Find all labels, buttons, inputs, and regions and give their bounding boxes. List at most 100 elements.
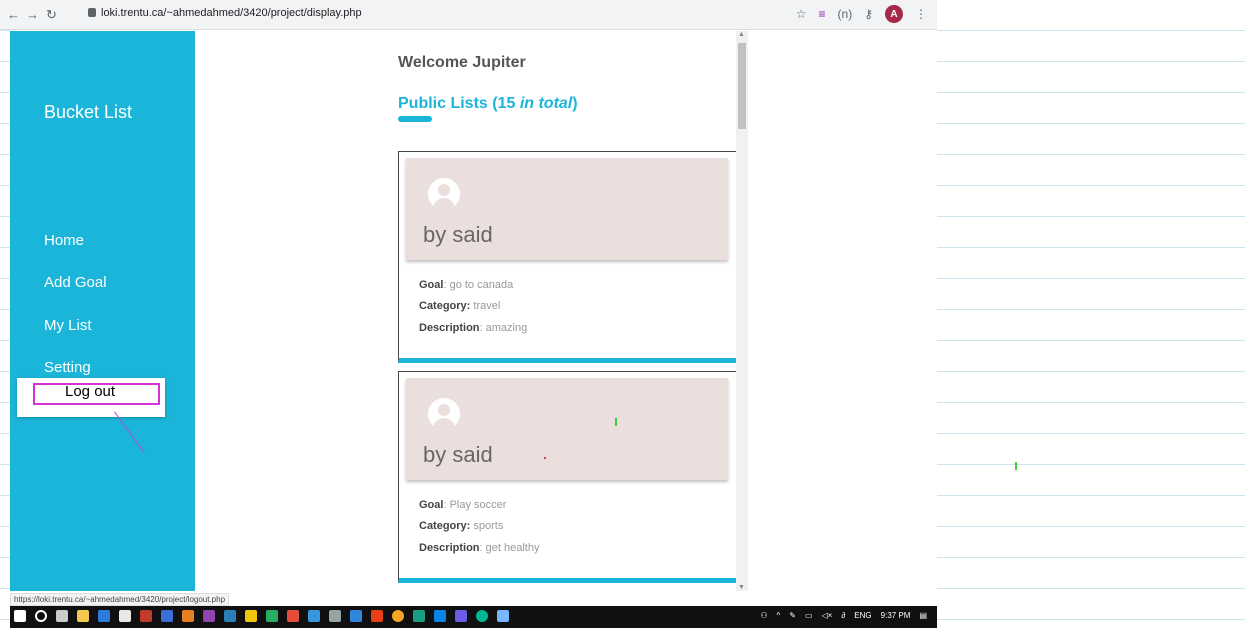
app-icon[interactable] [182,610,194,622]
public-lists-heading: Public Lists (15 in total) [398,95,578,113]
back-arrow-icon[interactable]: ← [7,7,20,22]
lock-icon [88,8,96,17]
tray-expand-icon[interactable]: ^ [776,611,780,620]
store-icon[interactable] [119,610,131,622]
browser-toolbar: ← → ↻ loki.trentu.ca/~ahmedahmed/3420/pr… [0,0,937,30]
public-lists-suffix: ) [572,95,578,112]
nav-my-list[interactable]: My List [44,317,92,334]
app-icon[interactable] [308,610,320,622]
category-value: sports [473,520,504,532]
clock[interactable]: 9:37 PM [881,611,911,620]
battery-icon[interactable]: ▭ [805,611,813,620]
system-tray: ⚇ ^ ✎ ▭ ◁× ∂ ENG 9:37 PM ▤ [760,611,927,620]
goal-label: Goal [419,279,444,291]
user-avatar-icon [428,398,460,430]
vlc-icon[interactable] [287,610,299,622]
search-circle-icon[interactable] [35,610,47,622]
app-icon[interactable] [455,610,467,622]
task-view-icon[interactable] [56,610,68,622]
nav-add-goal[interactable]: Add Goal [44,274,107,291]
menu-dots-icon[interactable]: ⋮ [915,7,927,21]
file-explorer-icon[interactable] [77,610,89,622]
key-icon[interactable]: ⚷ [864,7,873,21]
link-hover-status: https://loki.trentu.ca/~ahmedahmed/3420/… [10,593,230,606]
app-icon[interactable] [329,610,341,622]
red-ink-dot [544,457,546,459]
card-author: by said [423,222,493,247]
category-label: Category: [419,300,471,312]
heading-underline [398,116,432,122]
description-label: Description [419,542,480,554]
url-text: loki.trentu.ca/~ahmedahmed/3420/project/… [101,7,362,19]
brand-title[interactable]: Bucket List [44,102,132,123]
pen-icon[interactable]: ✎ [789,611,796,620]
star-bookmark-icon[interactable]: ☆ [796,7,807,21]
app-icon[interactable] [476,610,488,622]
category-label: Category: [419,520,471,532]
scroll-up-arrow-icon[interactable]: ▲ [738,31,745,38]
logout-link[interactable]: Log out [65,383,115,400]
edge-icon[interactable] [98,610,110,622]
app-icon[interactable] [266,610,278,622]
notebook-lines-background [937,0,1245,628]
card-description: Description: amazing [419,322,528,334]
goal-label: Goal [419,499,444,511]
vscode-icon[interactable] [350,610,362,622]
description-value: get healthy [485,542,540,554]
card-category: Category: travel [419,300,500,312]
card-goal: Goal: go to canada [419,279,514,291]
extension-badge[interactable]: (n) [838,7,853,21]
description-label: Description [419,322,480,334]
card-goal: Goal: Play soccer [419,499,507,511]
welcome-heading: Welcome Jupiter [398,54,526,71]
card-author: by said [423,442,493,467]
app-icon[interactable] [434,610,446,622]
public-lists-count-text: in total [519,95,573,112]
green-ink-mark [1015,462,1017,470]
people-icon[interactable]: ⚇ [760,611,767,620]
windows-taskbar: ⚇ ^ ✎ ▭ ◁× ∂ ENG 9:37 PM ▤ [10,606,937,628]
ink-icon[interactable]: ∂ [841,611,845,620]
volume-icon[interactable]: ◁× [822,611,833,620]
category-value: travel [473,300,501,312]
notebook-lines-left-strip [0,0,10,628]
green-ink-mark [615,418,617,426]
scroll-down-arrow-icon[interactable]: ▼ [738,584,745,591]
notification-icon[interactable]: ▤ [919,611,927,620]
public-lists-prefix: Public Lists (15 [398,95,520,112]
chrome-icon[interactable] [392,610,404,622]
nav-setting[interactable]: Setting [44,359,91,376]
app-icon[interactable] [497,610,509,622]
card-header: by said [406,378,728,480]
app-icon[interactable] [413,610,425,622]
goal-card: by said Goal: Play soccer Category: spor… [398,371,737,583]
card-description: Description: get healthy [419,542,540,554]
address-bar[interactable]: loki.trentu.ca/~ahmedahmed/3420/project/… [88,7,362,19]
forward-arrow-icon[interactable]: → [26,7,39,22]
user-avatar-icon [428,178,460,210]
card-category: Category: sports [419,520,503,532]
language-indicator[interactable]: ENG [854,611,871,620]
sidebar: Bucket List Home Add Goal My List Settin… [10,31,195,591]
app-icon[interactable] [245,610,257,622]
profile-avatar[interactable]: A [885,5,903,23]
mail-icon[interactable] [161,610,173,622]
card-header: by said [406,158,728,260]
toolbar-right-icons: ☆ ≡ (n) ⚷ A ⋮ [796,5,927,23]
filezilla-icon[interactable] [140,610,152,622]
reload-icon[interactable]: ↻ [46,7,57,23]
windows-start-icon[interactable] [14,610,26,622]
goal-value: Play soccer [449,499,507,511]
main-content: Welcome Jupiter Public Lists (15 in tota… [195,31,749,591]
description-value: amazing [485,322,528,334]
app-icon[interactable] [203,610,215,622]
taskbar-apps [14,610,509,622]
app-icon[interactable] [224,610,236,622]
nav-home[interactable]: Home [44,232,84,249]
scrollbar-thumb[interactable] [738,43,746,129]
app-icon[interactable] [371,610,383,622]
goal-card: by said Goal: go to canada Category: tra… [398,151,737,363]
goal-value: go to canada [449,279,514,291]
scrollbar[interactable]: ▲ ▼ [736,31,748,591]
extension-icon[interactable]: ≡ [819,7,826,21]
